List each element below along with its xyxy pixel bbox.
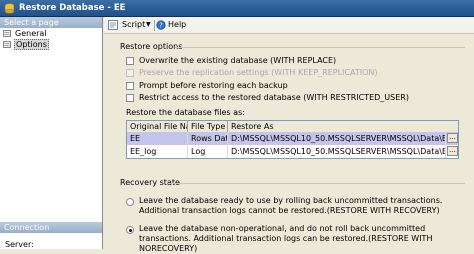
- original-file-cell: EE: [127, 132, 188, 145]
- dropdown-arrow-icon[interactable]: ▼: [146, 19, 151, 31]
- page-item-label: General: [15, 29, 47, 38]
- restore-files-grid: Original File Name File Type Restore As …: [126, 120, 459, 159]
- restore-as-cell[interactable]: D:\MSSQL\MSSQL10_50.MSSQLSERVER\MSSQL\Da…: [228, 145, 446, 158]
- database-icon: [4, 3, 15, 14]
- help-label: Help: [168, 20, 187, 29]
- select-page-header: Select a page: [0, 17, 102, 28]
- column-header[interactable]: Original File Name: [127, 121, 188, 132]
- page-item-options[interactable]: Options: [0, 39, 102, 50]
- keep-replication-label: Preserve the replication settings (WITH …: [139, 68, 378, 77]
- left-panel: Select a page General Options Connection…: [0, 17, 103, 249]
- page-icon: [3, 41, 11, 48]
- window-title: Restore Database - EE: [19, 3, 126, 13]
- restricted-user-checkbox[interactable]: [126, 94, 134, 102]
- svg-text:?: ?: [159, 22, 163, 30]
- browse-button[interactable]: ...: [447, 133, 458, 143]
- original-file-cell: EE_log: [127, 145, 188, 158]
- toolbar-separator: [154, 20, 155, 31]
- server-label: Server:: [5, 240, 34, 249]
- toolbar: Script ▼ ? Help: [104, 17, 474, 34]
- script-label: Script: [122, 20, 146, 29]
- restricted-user-label: Restrict access to the restored database…: [139, 93, 409, 102]
- file-type-cell: Rows Data: [188, 132, 228, 145]
- table-row[interactable]: EE_log Log D:\MSSQL\MSSQL10_50.MSSQLSERV…: [127, 145, 458, 158]
- norecovery-radio[interactable]: [126, 226, 134, 234]
- file-type-cell: Log: [188, 145, 228, 158]
- prompt-label: Prompt before restoring each backup: [139, 81, 288, 90]
- recovery-label: Leave the database ready to use by rolli…: [139, 196, 443, 215]
- page-icon: [3, 30, 11, 37]
- page-item-general[interactable]: General: [0, 28, 102, 39]
- files-label: Restore the database files as:: [126, 108, 245, 117]
- overwrite-checkbox[interactable]: [126, 57, 134, 65]
- column-header[interactable]: File Type: [188, 121, 228, 132]
- script-icon: [108, 20, 118, 30]
- prompt-checkbox[interactable]: [126, 82, 134, 90]
- restore-as-cell[interactable]: D:\MSSQL\MSSQL10_50.MSSQLSERVER\MSSQL\Da…: [228, 132, 446, 145]
- restore-options-title: Restore options: [120, 42, 183, 51]
- table-row[interactable]: EE Rows Data D:\MSSQL\MSSQL10_50.MSSQLSE…: [127, 132, 458, 145]
- script-button[interactable]: Script ▼: [108, 19, 154, 31]
- help-button[interactable]: ? Help: [156, 19, 186, 31]
- overwrite-label: Overwrite the existing database (WITH RE…: [139, 56, 337, 65]
- help-icon: ?: [156, 20, 166, 30]
- page-item-label: Options: [14, 39, 49, 50]
- recovery-radio[interactable]: [126, 198, 134, 206]
- norecovery-label: Leave the database non-operational, and …: [139, 224, 433, 253]
- section-divider: [175, 47, 465, 48]
- section-divider: [170, 183, 465, 184]
- connection-header: Connection: [0, 222, 102, 233]
- browse-button[interactable]: ...: [447, 146, 458, 156]
- keep-replication-checkbox[interactable]: [126, 69, 134, 77]
- column-header[interactable]: Restore As: [228, 121, 458, 132]
- title-bar: Restore Database - EE: [0, 0, 474, 17]
